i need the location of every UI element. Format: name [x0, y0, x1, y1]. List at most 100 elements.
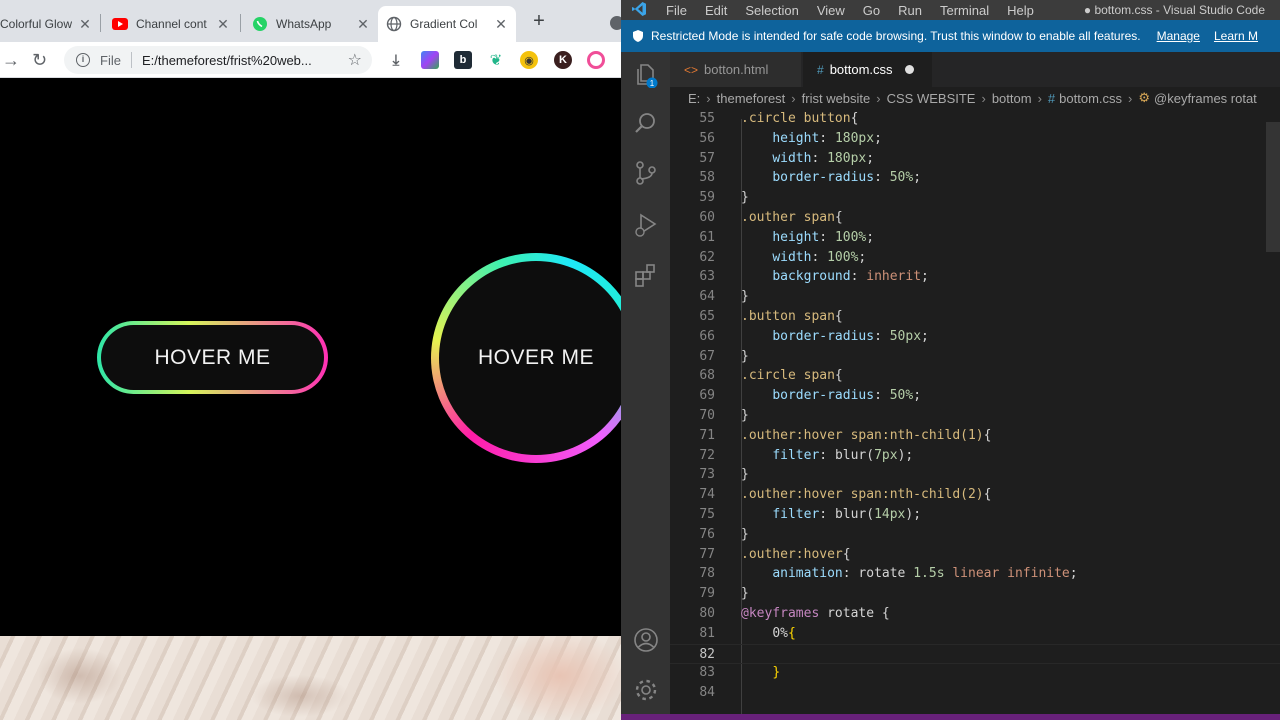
manage-gear-icon[interactable]: [633, 677, 659, 703]
line-content: width: 180px;: [741, 149, 874, 169]
code-line[interactable]: 69 border-radius: 50%;: [670, 386, 1280, 406]
breadcrumb-item[interactable]: @keyframes rotat: [1154, 91, 1257, 106]
search-icon[interactable]: [633, 110, 659, 136]
code-line[interactable]: 56 height: 180px;: [670, 129, 1280, 149]
code-line[interactable]: 84: [670, 683, 1280, 703]
browser-tab-whatsapp[interactable]: WhatsApp ✕: [244, 6, 378, 42]
hover-circle-button[interactable]: HOVER ME: [431, 253, 621, 463]
line-number: 82: [699, 646, 715, 662]
menu-terminal[interactable]: Terminal: [931, 3, 998, 18]
code-line[interactable]: 63 background: inherit;: [670, 267, 1280, 287]
browser-toolbar: → ↻ i File E:/themeforest/frist%20web...…: [0, 42, 621, 78]
url-text[interactable]: E:/themeforest/frist%20web...: [142, 53, 348, 68]
browser-tab-gradient-colors[interactable]: Gradient Col ✕: [378, 6, 516, 42]
o-extension-icon[interactable]: [587, 51, 605, 69]
code-line[interactable]: 82: [670, 643, 1280, 664]
code-line[interactable]: 55 .circle button{: [670, 109, 1280, 129]
reload-icon[interactable]: ↻: [32, 50, 47, 71]
breadcrumb-item[interactable]: bottom.css: [1059, 91, 1122, 106]
close-tab-icon[interactable]: ✕: [78, 16, 92, 33]
menu-selection[interactable]: Selection: [736, 3, 807, 18]
browser-tab-channel-content[interactable]: Channel cont ✕: [104, 6, 238, 42]
address-bar[interactable]: i File E:/themeforest/frist%20web... ☆: [64, 46, 372, 74]
breadcrumb-item[interactable]: E:: [688, 91, 700, 106]
code-line[interactable]: 66 border-radius: 50px;: [670, 327, 1280, 347]
menu-edit[interactable]: Edit: [696, 3, 736, 18]
window-control-icon[interactable]: [610, 16, 621, 30]
chevron-right-icon: ›: [791, 90, 796, 106]
close-tab-icon[interactable]: ✕: [494, 16, 508, 33]
code-line[interactable]: 62 width: 100%;: [670, 248, 1280, 268]
code-token: :: [874, 170, 890, 186]
unsaved-dot-icon[interactable]: [904, 65, 914, 74]
code-line[interactable]: 58 border-radius: 50%;: [670, 168, 1280, 188]
code-line[interactable]: 70}: [670, 406, 1280, 426]
k-profile-icon[interactable]: K: [554, 51, 572, 69]
source-control-icon[interactable]: [633, 160, 659, 186]
code-line[interactable]: 77 .outher:hover{: [670, 545, 1280, 565]
menu-view[interactable]: View: [808, 3, 854, 18]
new-tab-button[interactable]: +: [528, 10, 550, 33]
code-line[interactable]: 61 height: 100%;: [670, 228, 1280, 248]
breadcrumb-item[interactable]: bottom: [992, 91, 1032, 106]
code-line[interactable]: 67}: [670, 347, 1280, 367]
download-icon[interactable]: ⤓: [387, 51, 405, 69]
line-number: 79: [699, 586, 715, 602]
code-line[interactable]: 72 filter: blur(7px);: [670, 446, 1280, 466]
site-info-icon[interactable]: i: [76, 53, 90, 67]
learn-more-link[interactable]: Learn M: [1214, 29, 1258, 43]
code-line[interactable]: 73}: [670, 465, 1280, 485]
menu-file[interactable]: File: [657, 3, 696, 18]
code-line[interactable]: 74 .outher:hover span:nth-child(2){: [670, 485, 1280, 505]
code-token: rotate {: [819, 606, 890, 621]
tab-bottom-css[interactable]: # bottom.css: [803, 52, 933, 87]
breadcrumb-item[interactable]: themeforest: [717, 91, 786, 106]
code-line[interactable]: 76}: [670, 525, 1280, 545]
code-token: {: [834, 368, 843, 384]
code-line[interactable]: 68 .circle span{: [670, 366, 1280, 386]
explorer-icon[interactable]: 1: [633, 62, 659, 89]
menu-run[interactable]: Run: [889, 3, 931, 18]
extensions-icon[interactable]: [633, 262, 659, 288]
browser-tab-colorful-glow[interactable]: Colorful Glow ✕: [0, 6, 100, 42]
breadcrumb-item[interactable]: frist website: [802, 91, 871, 106]
code-line[interactable]: 79}: [670, 584, 1280, 604]
menu-help[interactable]: Help: [998, 3, 1043, 18]
leaf-extension-icon[interactable]: ❦: [487, 51, 505, 69]
accounts-icon[interactable]: [633, 627, 659, 653]
manage-link[interactable]: Manage: [1157, 29, 1200, 43]
code-line[interactable]: 57 width: 180px;: [670, 149, 1280, 169]
vscode-titlebar: File Edit Selection View Go Run Terminal…: [621, 0, 1280, 20]
editor-scrollbar[interactable]: [1266, 122, 1280, 252]
forward-arrow-icon[interactable]: →: [2, 50, 20, 71]
owl-extension-icon[interactable]: ◉: [520, 51, 538, 69]
code-token: ;: [913, 170, 922, 186]
code-line[interactable]: 65 .button span{: [670, 307, 1280, 327]
run-debug-icon[interactable]: [633, 212, 659, 238]
close-tab-icon[interactable]: ✕: [216, 16, 230, 33]
menu-go[interactable]: Go: [854, 3, 889, 18]
breadcrumb-item[interactable]: CSS WEBSITE: [887, 91, 976, 106]
code-line[interactable]: 71 .outher:hover span:nth-child(1){: [670, 426, 1280, 446]
code-line[interactable]: 80 @keyframes rotate {: [670, 604, 1280, 624]
tab-botton-html[interactable]: <> botton.html: [670, 52, 802, 87]
pill-button-label: HOVER ME: [101, 325, 324, 390]
bookmark-star-icon[interactable]: ☆: [348, 50, 362, 70]
code-line[interactable]: 75 filter: blur(14px);: [670, 505, 1280, 525]
code-line[interactable]: 59}: [670, 188, 1280, 208]
code-editor[interactable]: 55 .circle button{56 height: 180px; 57 wid…: [670, 109, 1280, 720]
code-token: .circle span: [741, 368, 835, 384]
chevron-right-icon: ›: [981, 90, 986, 106]
browser-tabstrip: Colorful Glow ✕ Channel cont ✕ WhatsApp …: [0, 0, 621, 42]
line-number: 68: [699, 368, 715, 384]
code-line[interactable]: 60 .outher span{: [670, 208, 1280, 228]
code-line[interactable]: 64}: [670, 287, 1280, 307]
code-line[interactable]: 83 }: [670, 663, 1280, 683]
close-tab-icon[interactable]: ✕: [356, 16, 370, 33]
b-extension-icon[interactable]: b: [454, 51, 472, 69]
hover-pill-button[interactable]: HOVER ME: [97, 321, 328, 394]
extension-square-icon[interactable]: [421, 51, 439, 69]
code-line[interactable]: 81 0%{: [670, 624, 1280, 644]
code-line[interactable]: 78 animation: rotate 1.5s linear infinit…: [670, 564, 1280, 584]
